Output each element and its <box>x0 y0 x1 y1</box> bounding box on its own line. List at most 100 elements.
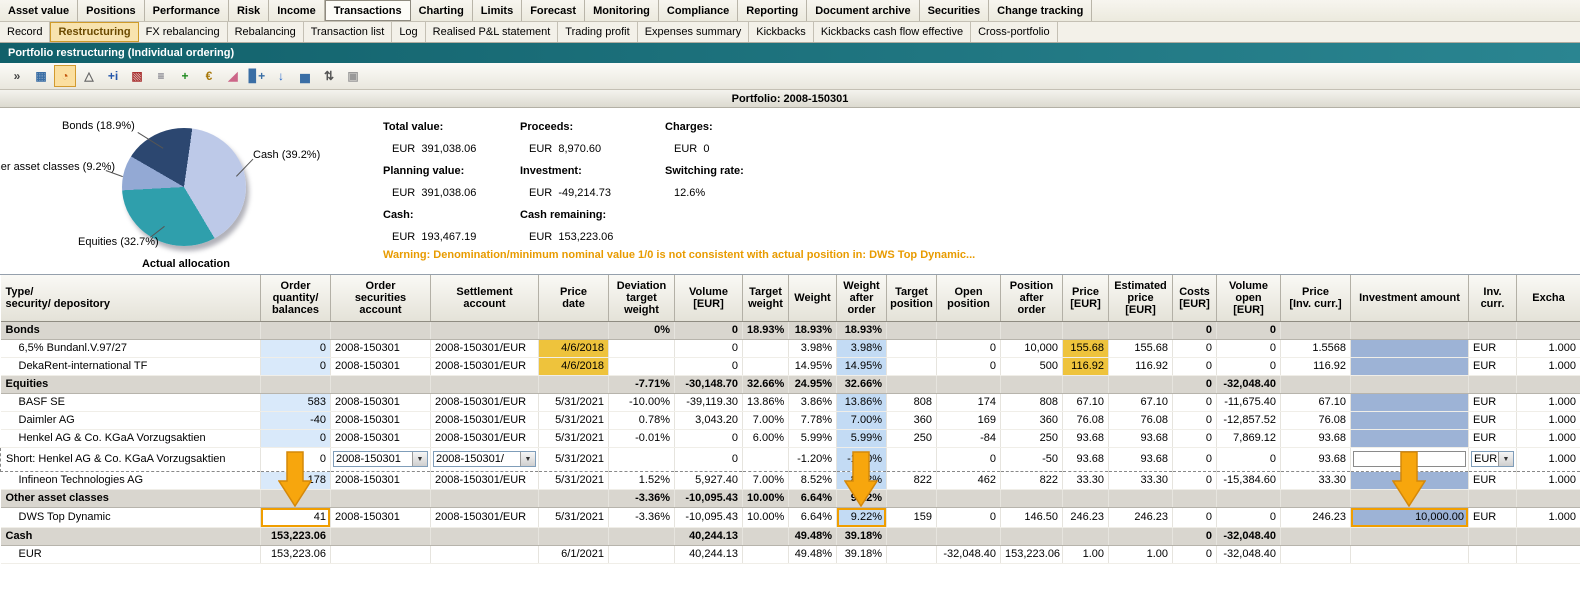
column-header-volume-open-eur[interactable]: Volume open [EUR] <box>1217 275 1281 321</box>
menu-item-securities[interactable]: Securities <box>920 0 990 21</box>
chart-add-button[interactable]: ▊+ <box>246 65 268 87</box>
column-header-weight-after-order[interactable]: Weight after order <box>837 275 887 321</box>
sort-button[interactable]: ⇅ <box>318 65 340 87</box>
column-header-type-security-depository[interactable]: Type/ security/ depository <box>1 275 261 321</box>
cell <box>261 321 331 339</box>
cell: -0.01% <box>609 429 675 447</box>
column-header-order-quantity-balances[interactable]: Order quantity/ balances <box>261 275 331 321</box>
menu-item-monitoring[interactable]: Monitoring <box>585 0 659 21</box>
combo-field[interactable]: EUR▼ <box>1471 451 1514 467</box>
column-header-target-position[interactable]: Target position <box>887 275 937 321</box>
cell: 33.30 <box>1109 471 1173 489</box>
dropdown-arrow-icon[interactable]: ▼ <box>1498 452 1513 466</box>
cell <box>1517 489 1580 507</box>
column-header-order-securities-account[interactable]: Order securities account <box>331 275 431 321</box>
column-header-costs-eur[interactable]: Costs [EUR] <box>1173 275 1217 321</box>
menu-item-limits[interactable]: Limits <box>473 0 522 21</box>
column-header-excha[interactable]: Excha <box>1517 275 1580 321</box>
cell-editable[interactable] <box>1351 447 1469 471</box>
menu-item-risk[interactable]: Risk <box>229 0 269 21</box>
chart-add-icon: ▊+ <box>249 69 265 83</box>
cell-editable[interactable]: EUR▼ <box>1469 447 1517 471</box>
combo-field[interactable]: 2008-150301/▼ <box>433 451 536 467</box>
cell-editable[interactable]: 2008-150301/▼ <box>431 447 539 471</box>
euro-button[interactable]: € <box>198 65 220 87</box>
more-tools-button[interactable]: » <box>6 65 28 87</box>
subtab-log[interactable]: Log <box>392 22 425 42</box>
subtab-kickbacks[interactable]: Kickbacks <box>749 22 814 42</box>
column-header-open-position[interactable]: Open position <box>937 275 1001 321</box>
combo-field[interactable]: 2008-150301▼ <box>333 451 428 467</box>
menu-item-performance[interactable]: Performance <box>145 0 229 21</box>
column-header-weight[interactable]: Weight <box>789 275 837 321</box>
menu-item-charting[interactable]: Charting <box>411 0 473 21</box>
subtab-expenses-summary[interactable]: Expenses summary <box>638 22 750 42</box>
cell: 178 <box>261 471 331 489</box>
add-info-button[interactable]: +i <box>102 65 124 87</box>
menu-item-compliance[interactable]: Compliance <box>659 0 738 21</box>
hide-chart-button[interactable]: ▧ <box>126 65 148 87</box>
column-header-settlement-account[interactable]: Settlement account <box>431 275 539 321</box>
cell <box>1469 545 1517 563</box>
column-header-price-date[interactable]: Price date <box>539 275 609 321</box>
cell-editable[interactable]: 2008-150301▼ <box>331 447 431 471</box>
cell: 67.10 <box>1063 393 1109 411</box>
sliders-button[interactable]: ≡ <box>150 65 172 87</box>
pie-chart-button[interactable]: ◔ <box>54 65 76 87</box>
cell: 5.99% <box>837 429 887 447</box>
menu-item-asset-value[interactable]: Asset value <box>0 0 78 21</box>
menu-item-transactions[interactable]: Transactions <box>325 0 411 21</box>
delta-button[interactable]: △ <box>78 65 100 87</box>
subtab-transaction-list[interactable]: Transaction list <box>304 22 393 42</box>
menu-item-reporting[interactable]: Reporting <box>738 0 807 21</box>
menu-item-change-tracking[interactable]: Change tracking <box>989 0 1092 21</box>
subtab-kickbacks-cash-flow-effective[interactable]: Kickbacks cash flow effective <box>814 22 971 42</box>
cell <box>539 489 609 507</box>
cell: 246.23 <box>1109 507 1173 527</box>
column-header-price-eur[interactable]: Price [EUR] <box>1063 275 1109 321</box>
column-header-position-after-order[interactable]: Position after order <box>1001 275 1063 321</box>
cell: 822 <box>887 471 937 489</box>
subtab-cross-portfolio[interactable]: Cross-portfolio <box>971 22 1058 42</box>
cell: 0 <box>1173 471 1217 489</box>
target-weights-button[interactable]: ▦ <box>30 65 52 87</box>
column-header-target-weight[interactable]: Target weight <box>743 275 789 321</box>
workspace-button[interactable]: ▣ <box>342 65 364 87</box>
cell: Equities <box>1 375 261 393</box>
cell: 5.99% <box>789 429 837 447</box>
cell: 0 <box>1173 321 1217 339</box>
subtab-rebalancing[interactable]: Rebalancing <box>228 22 304 42</box>
cell: 93.68 <box>1063 429 1109 447</box>
column-header-investment-amount[interactable]: Investment amount <box>1351 275 1469 321</box>
menu-item-income[interactable]: Income <box>269 0 325 21</box>
cell[interactable]: 41 <box>261 507 331 527</box>
menu-item-positions[interactable]: Positions <box>78 0 145 21</box>
cell: 0 <box>1173 545 1217 563</box>
subtab-record[interactable]: Record <box>0 22 50 42</box>
subtab-fx-rebalancing[interactable]: FX rebalancing <box>139 22 228 42</box>
cell[interactable]: 10,000.00 <box>1351 507 1469 527</box>
pie-label-other-asset-classes: Other asset classes (9.2%) <box>0 161 115 173</box>
column-header-estimated-price-eur[interactable]: Estimated price [EUR] <box>1109 275 1173 321</box>
column-header-price-inv-curr[interactable]: Price [Inv. curr.] <box>1281 275 1351 321</box>
column-header-deviation-target-weight[interactable]: Deviation target weight <box>609 275 675 321</box>
cell[interactable]: 9.22% <box>837 507 887 527</box>
add-button[interactable]: + <box>174 65 196 87</box>
subtab-realised-p-l-statement[interactable]: Realised P&L statement <box>426 22 559 42</box>
subtab-trading-profit[interactable]: Trading profit <box>558 22 637 42</box>
column-header-inv-curr[interactable]: Inv. curr. <box>1469 275 1517 321</box>
column-header-volume-eur[interactable]: Volume [EUR] <box>675 275 743 321</box>
cell: -3.36% <box>609 489 675 507</box>
dropdown-arrow-icon[interactable]: ▼ <box>412 452 427 466</box>
cell: 93.68 <box>1109 429 1173 447</box>
download-button[interactable]: ↓ <box>270 65 292 87</box>
cell: 67.10 <box>1109 393 1173 411</box>
investment-amount-input[interactable] <box>1353 451 1466 467</box>
dropdown-arrow-icon[interactable]: ▼ <box>520 452 535 466</box>
cell <box>1469 375 1517 393</box>
eraser-button[interactable]: ◢ <box>222 65 244 87</box>
bar-chart-button[interactable]: ▅ <box>294 65 316 87</box>
menu-item-document-archive[interactable]: Document archive <box>807 0 919 21</box>
menu-item-forecast[interactable]: Forecast <box>522 0 585 21</box>
subtab-restructuring[interactable]: Restructuring <box>50 22 138 42</box>
